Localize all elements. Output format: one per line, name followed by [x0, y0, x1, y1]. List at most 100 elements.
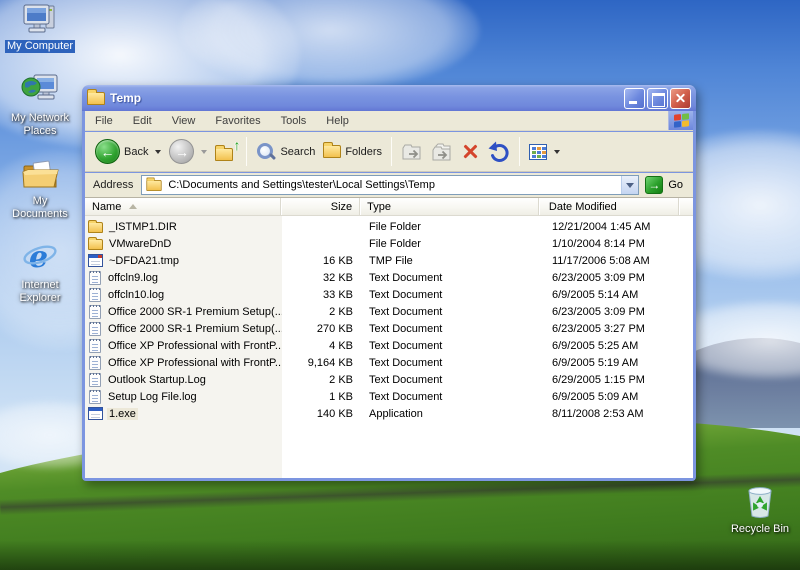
file-name-cell[interactable]: _ISTMP1.DIR: [85, 220, 282, 233]
file-name-cell[interactable]: offcln9.log: [85, 270, 282, 285]
undo-button[interactable]: [484, 139, 514, 165]
file-name: VMwareDnD: [109, 237, 172, 250]
views-button[interactable]: [525, 142, 564, 162]
file-type: Text Document: [369, 305, 443, 318]
window-folder-icon: [87, 88, 105, 105]
file-name-cell[interactable]: offcln10.log: [85, 287, 282, 302]
file-date-modified: 12/21/2004 1:45 AM: [552, 220, 651, 233]
menu-tools[interactable]: Tools: [271, 111, 317, 130]
forward-dropdown-caret[interactable]: [201, 150, 208, 157]
go-arrow-icon: →: [645, 176, 664, 194]
address-input[interactable]: C:\Documents and Settings\tester\Local S…: [141, 175, 640, 195]
file-row[interactable]: 1.exe 140 KB Application 8/11/2008 2:53 AM: [85, 405, 693, 422]
up-button[interactable]: ↑: [211, 137, 241, 163]
copy-to-button[interactable]: [427, 140, 457, 164]
file-name-cell[interactable]: Office XP Professional with FrontP...: [85, 355, 282, 370]
file-name-cell[interactable]: ~DFDA21.tmp: [85, 254, 282, 267]
file-size: 140 KB: [316, 407, 353, 420]
file-row[interactable]: ~DFDA21.tmp 16 KB TMP File 11/17/2006 5:08 …: [85, 252, 693, 269]
column-header-type[interactable]: Type: [360, 198, 539, 215]
menu-favorites[interactable]: Favorites: [205, 111, 270, 130]
column-header-filler: [679, 198, 693, 215]
folders-button[interactable]: Folders: [319, 142, 386, 160]
delete-x-icon: [461, 142, 480, 161]
close-button[interactable]: [670, 87, 691, 109]
file-row[interactable]: offcln9.log 32 KB Text Document 6/23/2005 3…: [85, 269, 693, 286]
views-icon: [529, 143, 548, 160]
file-name-cell[interactable]: Outlook Startup.Log: [85, 372, 282, 387]
file-name-cell[interactable]: Office 2000 SR-1 Premium Setup(...: [85, 321, 282, 336]
file-row[interactable]: Setup Log File.log 1 KB Text Document 6/9/2…: [85, 388, 693, 405]
file-row[interactable]: Office 2000 SR-1 Premium Setup(... 2 KB Te…: [85, 303, 693, 320]
copy-to-icon: [432, 143, 451, 160]
menu-file[interactable]: File: [85, 111, 123, 130]
desktop-icon-label: My Computer: [4, 40, 76, 53]
file-row[interactable]: Office XP Professional with FrontP... 9,1…: [85, 354, 693, 371]
file-name-cell[interactable]: Office XP Professional with FrontP...: [85, 338, 282, 353]
file-name-cell[interactable]: 1.exe: [85, 407, 282, 420]
column-headers: Name Size Type Date Modified: [85, 198, 693, 216]
forward-icon: →: [169, 139, 195, 164]
folders-label: Folders: [345, 145, 383, 158]
desktop-icon-label: My Documents: [12, 195, 68, 220]
toolbar-separator: [391, 137, 393, 166]
title-bar[interactable]: Temp: [82, 85, 696, 111]
file-name: 1.exe: [107, 407, 138, 420]
column-header-size[interactable]: Size: [281, 198, 361, 215]
desktop-icon-my-network-places[interactable]: My Network Places: [2, 73, 78, 138]
file-type: Text Document: [369, 373, 443, 386]
up-folder-icon: ↑: [215, 137, 240, 161]
file-row[interactable]: Outlook Startup.Log 2 KB Text Document 6/29…: [85, 371, 693, 388]
file-type: File Folder: [369, 220, 421, 233]
move-to-button[interactable]: [397, 140, 427, 164]
file-type: File Folder: [369, 237, 421, 250]
column-header-date-modified[interactable]: Date Modified: [539, 198, 679, 215]
text-document-icon: [89, 304, 101, 319]
desktop-icon-recycle-bin[interactable]: Recycle Bin: [722, 484, 798, 536]
file-name-cell[interactable]: VMwareDnD: [85, 237, 282, 250]
desktop-icon-my-computer[interactable]: My Computer: [2, 3, 78, 53]
desktop-icon-label: Internet Explorer: [19, 279, 61, 304]
minimize-button[interactable]: [624, 87, 645, 109]
menu-view[interactable]: View: [162, 111, 206, 130]
file-date-modified: 6/9/2005 5:19 AM: [552, 356, 639, 369]
back-dropdown-caret[interactable]: [155, 150, 162, 157]
text-document-icon: [89, 389, 101, 404]
file-size: 9,164 KB: [307, 356, 353, 369]
file-row[interactable]: _ISTMP1.DIR File Folder 12/21/2004 1:45 AM: [85, 218, 693, 235]
file-date-modified: 6/23/2005 3:09 PM: [552, 271, 645, 284]
text-document-icon: [89, 338, 101, 353]
desktop-icon-my-documents[interactable]: My Documents: [2, 158, 78, 221]
search-button[interactable]: Search: [252, 140, 319, 164]
file-name-cell[interactable]: Office 2000 SR-1 Premium Setup(...: [85, 304, 282, 319]
menu-edit[interactable]: Edit: [123, 111, 162, 130]
file-row[interactable]: offcln10.log 33 KB Text Document 6/9/2005 5…: [85, 286, 693, 303]
search-icon: [256, 142, 276, 162]
views-dropdown-caret[interactable]: [554, 150, 561, 157]
back-icon: ←: [95, 139, 120, 164]
forward-button[interactable]: →: [165, 137, 211, 166]
file-type: Text Document: [369, 271, 443, 284]
file-row[interactable]: Office XP Professional with FrontP... 4 K…: [85, 337, 693, 354]
file-name-cell[interactable]: Setup Log File.log: [85, 389, 282, 404]
text-document-icon: [89, 287, 101, 302]
text-document-icon: [89, 355, 101, 370]
column-header-name[interactable]: Name: [85, 198, 281, 215]
file-date-modified: 6/23/2005 3:27 PM: [552, 322, 645, 335]
maximize-button[interactable]: [647, 87, 668, 109]
recycle-bin-icon: [748, 487, 772, 518]
menu-help[interactable]: Help: [316, 111, 359, 130]
file-size: 2 KB: [329, 305, 353, 318]
file-size: 4 KB: [329, 339, 353, 352]
desktop-icon-label: My Network Places: [10, 112, 70, 137]
file-size: 1 KB: [329, 390, 353, 403]
address-dropdown-button[interactable]: [621, 176, 639, 194]
file-row[interactable]: VMwareDnD File Folder 1/10/2004 8:14 PM: [85, 235, 693, 252]
back-button[interactable]: ← Back: [91, 137, 165, 166]
delete-button[interactable]: [457, 140, 484, 163]
my-documents-icon: [22, 160, 59, 188]
file-row[interactable]: Office 2000 SR-1 Premium Setup(... 270 KB…: [85, 320, 693, 337]
go-button[interactable]: → Go: [639, 176, 689, 194]
desktop-icon-internet-explorer[interactable]: e Internet Explorer: [2, 238, 78, 305]
file-date-modified: 6/9/2005 5:14 AM: [552, 288, 639, 301]
